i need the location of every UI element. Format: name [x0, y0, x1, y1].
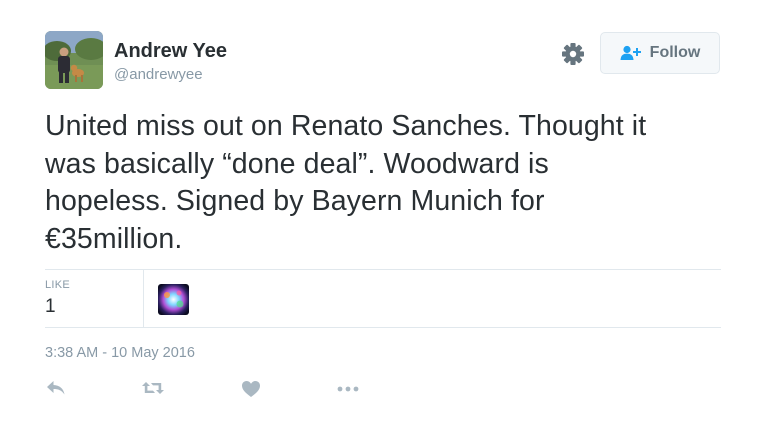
stats-divider-bottom: [45, 327, 721, 328]
more-icon[interactable]: [336, 380, 360, 396]
tweet-text: United miss out on Renato Sanches. Thoug…: [45, 108, 735, 258]
user-handle[interactable]: @andrewyee: [114, 66, 203, 83]
avatar[interactable]: [45, 31, 103, 89]
user-name[interactable]: Andrew Yee: [114, 40, 227, 63]
liker-avatar[interactable]: [158, 284, 189, 315]
tweet-text-line: United miss out on Renato Sanches. Thoug…: [45, 110, 647, 142]
gear-icon[interactable]: [560, 41, 586, 67]
tweet-text-line: was basically “done deal”. Woodward is: [45, 147, 549, 180]
tweet-text-line: hopeless. Signed by Bayern Munich for: [45, 185, 545, 217]
follow-label: Follow: [649, 44, 701, 61]
tweet-text-line: €35million.: [45, 222, 183, 255]
stats-separator: [143, 270, 144, 327]
like-stat-label[interactable]: LIKE: [45, 279, 70, 291]
like-stat-count[interactable]: 1: [45, 296, 56, 318]
add-user-icon: [620, 45, 642, 61]
retweet-icon[interactable]: [141, 380, 165, 396]
stats-divider-top: [45, 269, 721, 270]
reply-icon[interactable]: [46, 380, 66, 396]
tweet-card: Andrew Yee @andrewyee Follow United miss…: [0, 0, 768, 433]
follow-button[interactable]: Follow: [600, 32, 720, 74]
heart-icon[interactable]: [241, 380, 261, 398]
tweet-timestamp[interactable]: 3:38 AM - 10 May 2016: [45, 345, 195, 361]
